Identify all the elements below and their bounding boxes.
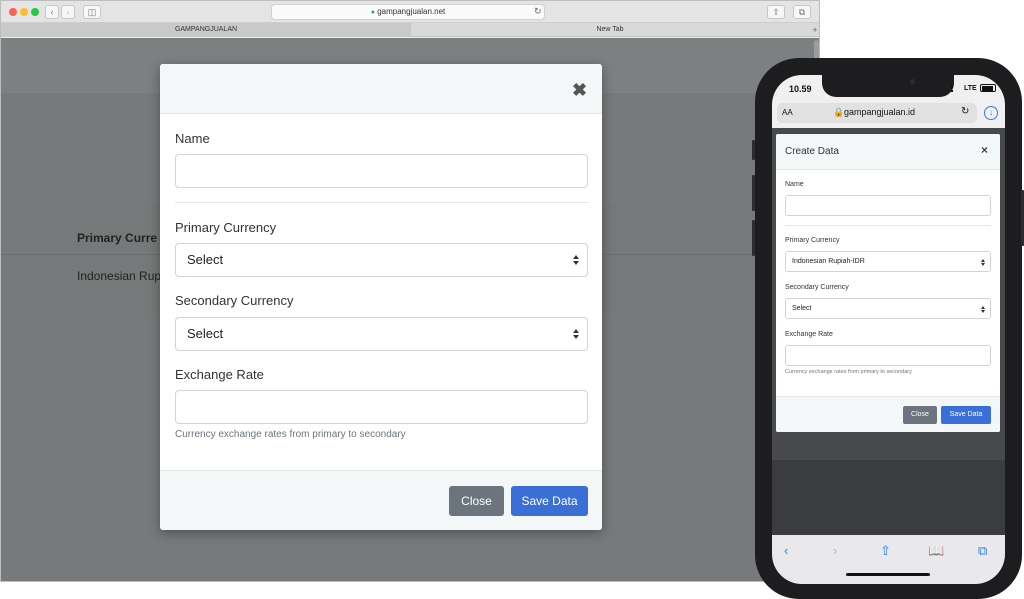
create-currency-modal: ✖ Name Primary Currency Select Secondary… xyxy=(160,64,602,530)
phone-primary-currency-label: Primary Currency xyxy=(785,237,840,244)
page-scrollbar[interactable] xyxy=(814,40,819,60)
close-window-icon[interactable] xyxy=(9,8,17,16)
tab-gampangjualan[interactable]: GAMPANGJUALAN xyxy=(1,23,411,37)
phone-address-bar[interactable]: AA 🔒 gampangjualan.id ↻ xyxy=(777,103,977,123)
phone-modal-title: Create Data xyxy=(785,146,839,157)
phone-address-text: gampangjualan.id xyxy=(844,107,916,117)
home-indicator xyxy=(846,573,930,576)
modal-header xyxy=(160,64,602,114)
phone-name-input[interactable] xyxy=(785,195,991,216)
forward-icon[interactable]: › xyxy=(833,543,837,558)
table-cell-primary-currency: Indonesian Rup xyxy=(77,269,162,283)
back-icon[interactable]: ‹ xyxy=(45,5,59,19)
lock-icon: ● xyxy=(370,9,375,16)
exchange-rate-help-text: Currency exchange rates from primary to … xyxy=(175,429,406,440)
bookmarks-icon[interactable]: 📖 xyxy=(928,543,944,559)
section-divider xyxy=(175,202,588,203)
download-icon[interactable]: ↓ xyxy=(984,106,998,120)
close-icon[interactable]: ✖ xyxy=(572,80,587,101)
forward-icon[interactable]: › xyxy=(61,5,75,19)
phone-volume-button xyxy=(752,175,755,211)
phone-notch xyxy=(822,75,954,97)
share-icon[interactable]: ⇧ xyxy=(767,5,785,19)
phone-exchange-rate-help: Currency exchange rates from primary to … xyxy=(785,369,912,375)
phone-name-label: Name xyxy=(785,181,804,188)
phone-primary-currency-value: Indonesian Rupiah-IDR xyxy=(792,258,865,265)
primary-currency-label: Primary Currency xyxy=(175,220,277,235)
column-header-primary-currency: Primary Curre xyxy=(77,231,158,245)
exchange-rate-input[interactable] xyxy=(175,390,588,424)
sidebar-icon[interactable]: ◫ xyxy=(83,5,101,19)
signal-icon xyxy=(951,86,961,92)
back-icon[interactable]: ‹ xyxy=(784,543,788,558)
phone-create-data-modal: Create Data × Name Primary Currency Indo… xyxy=(776,134,1000,432)
close-button[interactable]: Close xyxy=(449,486,504,516)
exchange-rate-label: Exchange Rate xyxy=(175,367,264,382)
phone-exchange-rate-label: Exchange Rate xyxy=(785,331,833,338)
new-tab-icon[interactable]: + xyxy=(809,23,819,37)
phone-section-divider xyxy=(785,225,991,226)
lock-icon: 🔒 xyxy=(833,107,845,117)
minimize-window-icon[interactable] xyxy=(20,8,28,16)
status-network: LTE xyxy=(964,85,977,92)
phone-exchange-rate-input[interactable] xyxy=(785,345,991,366)
secondary-currency-select[interactable]: Select xyxy=(175,317,588,351)
name-label: Name xyxy=(175,131,210,146)
secondary-currency-label: Secondary Currency xyxy=(175,293,294,308)
phone-secondary-currency-value: Select xyxy=(792,305,812,312)
text-size-button[interactable]: AA xyxy=(782,108,793,117)
tabs-overview-icon[interactable]: ⧉ xyxy=(793,5,811,19)
name-input[interactable] xyxy=(175,154,588,188)
primary-currency-value: Select xyxy=(187,252,224,267)
phone-save-data-button[interactable]: Save Data xyxy=(941,406,991,424)
phone-volume-button xyxy=(752,220,755,256)
phone-secondary-currency-label: Secondary Currency xyxy=(785,284,849,291)
status-time: 10.59 xyxy=(789,84,812,94)
phone-primary-currency-select[interactable]: Indonesian Rupiah-IDR xyxy=(785,251,991,272)
address-text: gampangjualan.net xyxy=(377,7,446,16)
phone-side-button xyxy=(752,140,755,160)
share-icon[interactable]: ⇧ xyxy=(880,543,891,559)
save-data-button[interactable]: Save Data xyxy=(511,486,588,516)
reload-icon[interactable]: ↻ xyxy=(534,6,542,17)
address-bar[interactable]: ● gampangjualan.net xyxy=(271,4,545,20)
primary-currency-select[interactable]: Select xyxy=(175,243,588,277)
close-icon[interactable]: × xyxy=(981,143,988,157)
secondary-currency-value: Select xyxy=(187,326,224,341)
reload-icon[interactable]: ↻ xyxy=(961,106,969,117)
tabs-icon[interactable]: ⧉ xyxy=(978,543,987,559)
phone-secondary-currency-select[interactable]: Select xyxy=(785,298,991,319)
phone-close-button[interactable]: Close xyxy=(903,406,937,424)
tab-new-tab[interactable]: New Tab xyxy=(411,23,809,37)
camera-icon xyxy=(910,79,915,84)
battery-icon xyxy=(980,84,996,92)
maximize-window-icon[interactable] xyxy=(31,8,39,16)
tab-bar: GAMPANGJUALAN New Tab + xyxy=(1,23,819,37)
